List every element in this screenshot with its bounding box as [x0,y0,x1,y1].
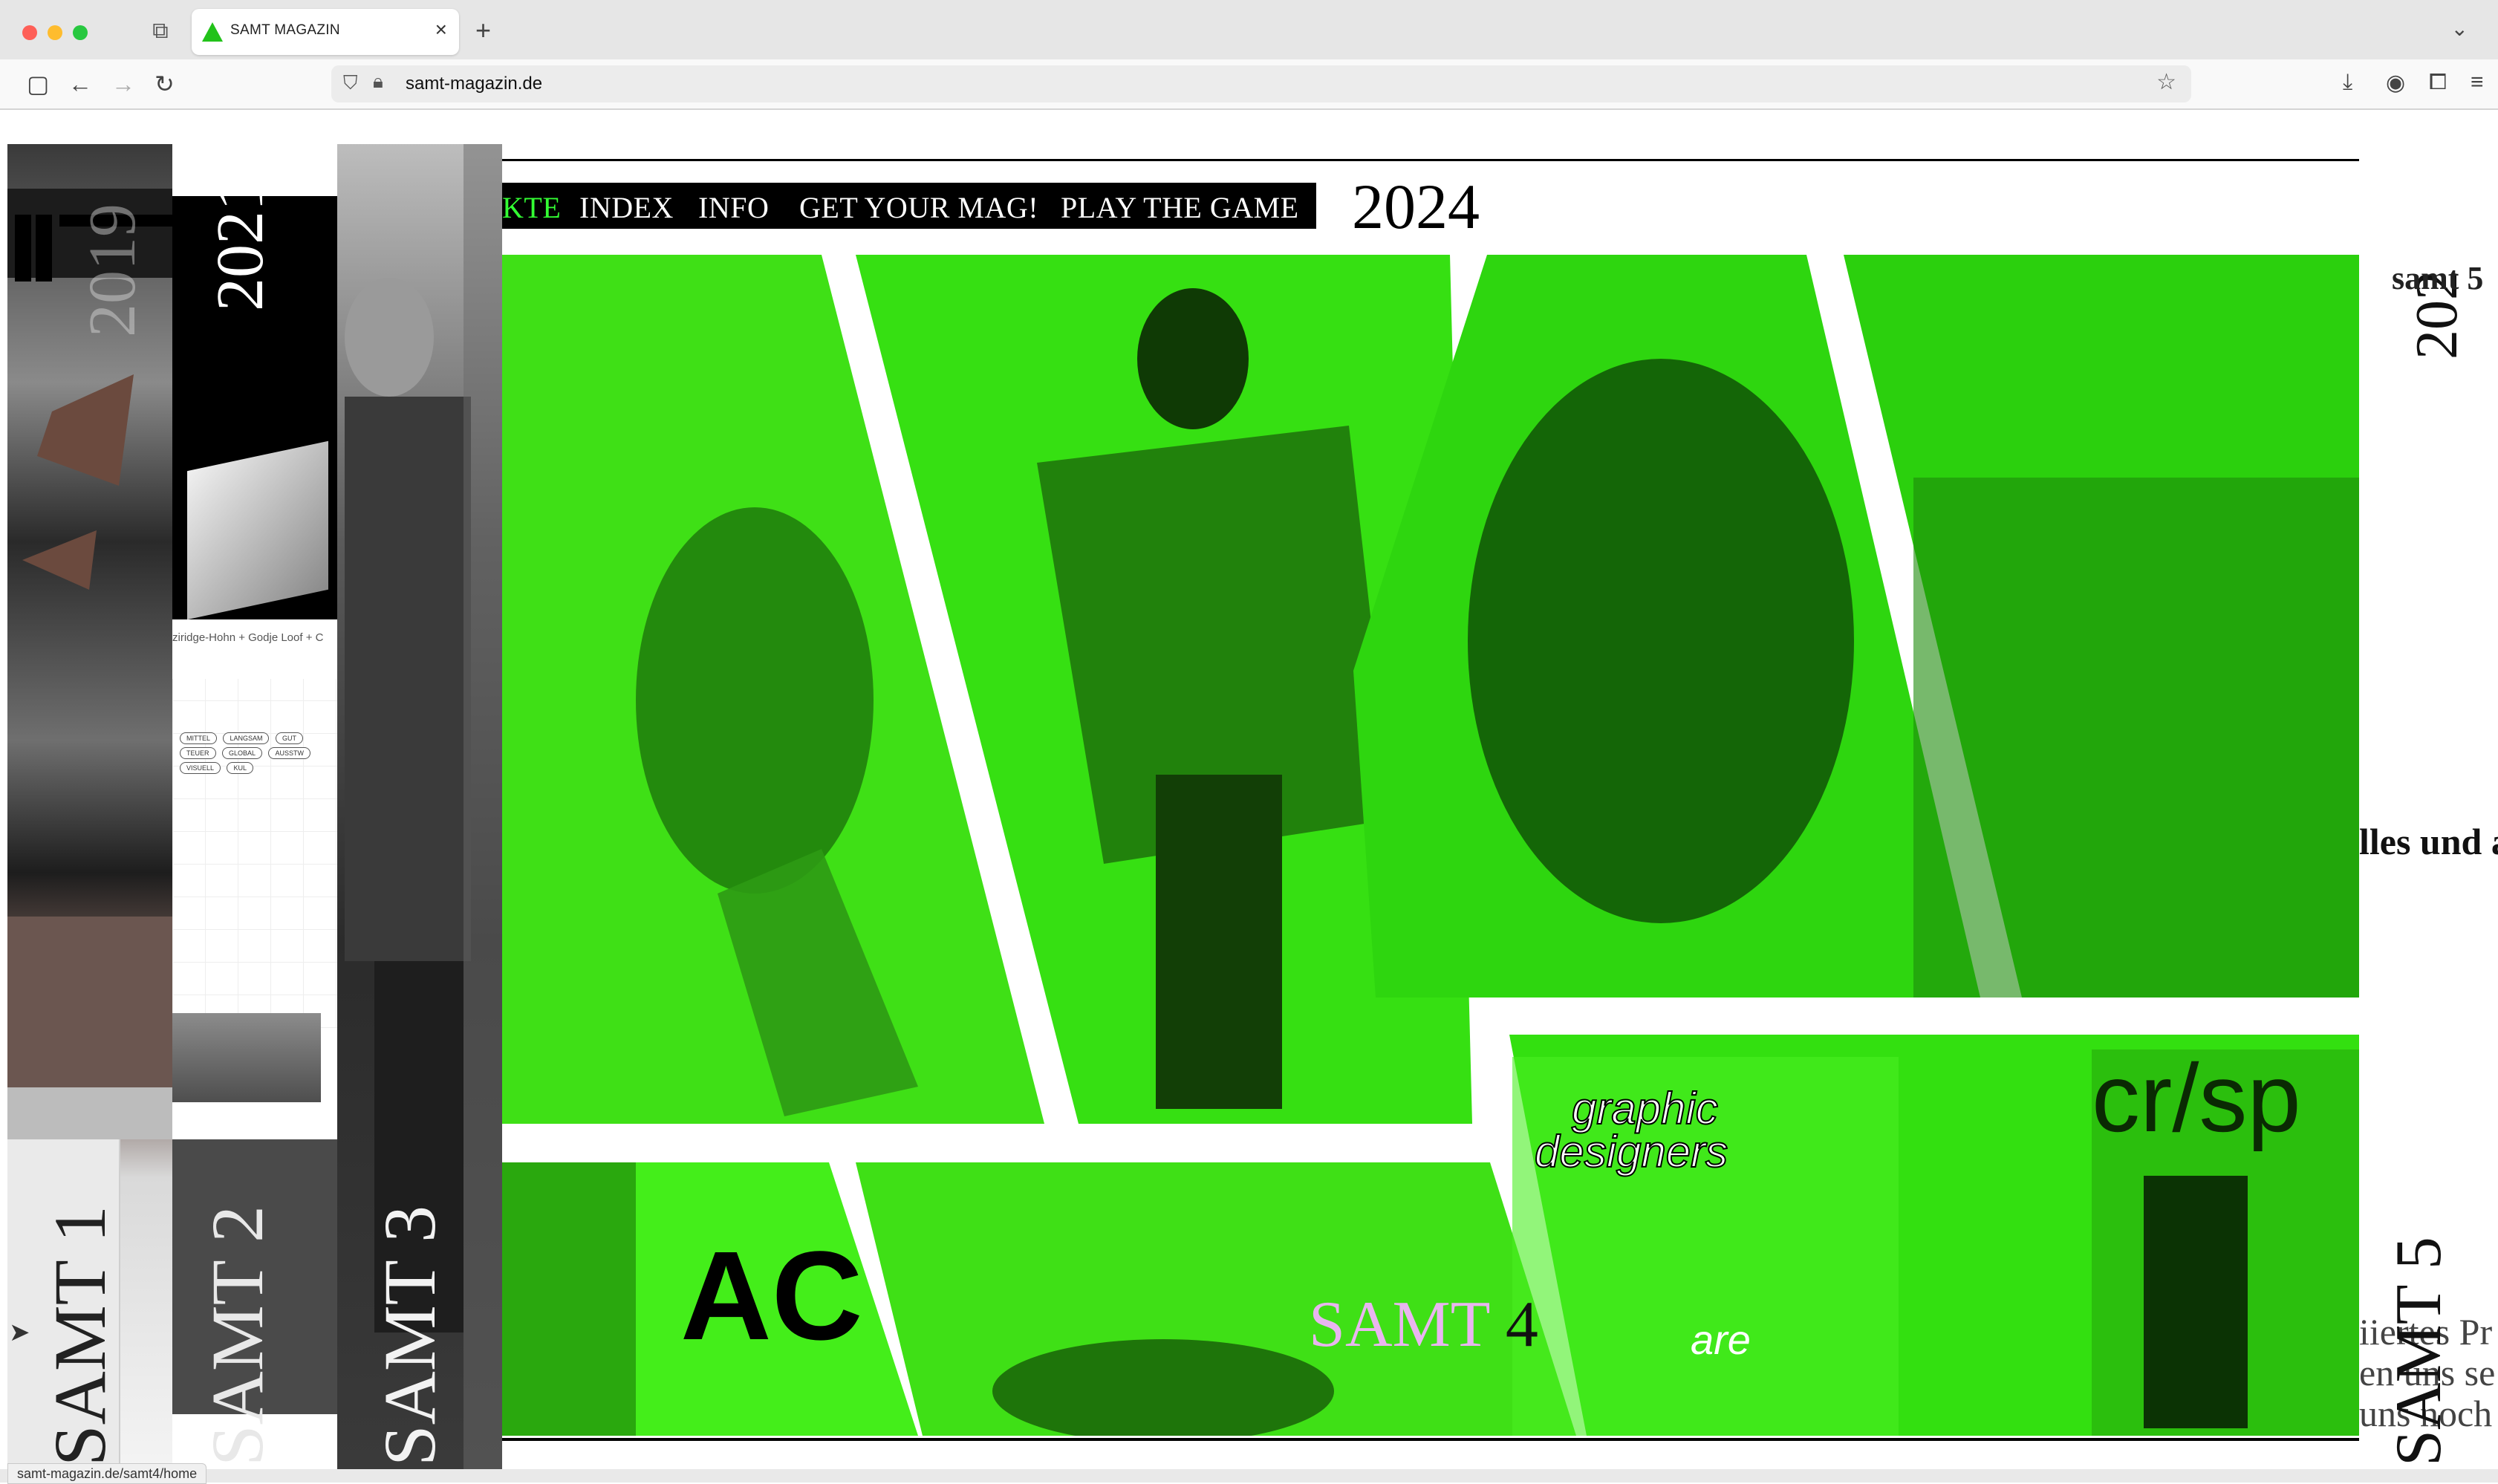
issue-samt1-column[interactable]: 2019 ➤ SAMT 1 [7,144,172,1469]
poster-text-designers: designers [1535,1127,1728,1177]
poster-text-crisp: cr/sp [2092,1044,2301,1152]
issue-samt3-column[interactable]: SAMT 3 [337,144,502,1469]
tab-list-chevron-icon[interactable]: ⌄ [2451,16,2468,41]
pill-label: MITTEL [180,732,218,744]
poster-ac-text: AC [680,1226,863,1367]
pill-label: TEUER [180,747,216,759]
account-icon[interactable]: ◉ [2386,70,2405,96]
status-url-bar: samt-magazin.de/samt4/home [7,1463,207,1484]
nav-item-play-the-game[interactable]: PLAY THE GAME [1061,190,1299,225]
samt5-small-label: samt 5 [2392,260,2484,296]
tab-title: SAMT MAGAZIN [230,22,340,38]
samt3-title[interactable]: SAMT 3 [367,1205,452,1466]
year-2021-label: 2021 [204,178,277,311]
extensions-icon[interactable]: ⧠ [2429,70,2447,95]
nav-item-index[interactable]: INDEX [579,190,674,225]
samt5-text-line: lles und a [2359,821,2498,862]
pill-label: AUSSTW [268,747,310,759]
downloads-icon[interactable]: ⤓ [2343,70,2352,95]
new-tab-icon[interactable]: + [475,15,491,46]
poster-text-are: are [1691,1316,1751,1363]
samt2-horse-photo [172,1013,321,1102]
issue-samt5-column[interactable]: 202 samt 5 lles und a iiertes Pr en uns … [2359,144,2498,1469]
pill-label: GLOBAL [221,747,262,759]
tab-overview-icon[interactable]: ⧉ [149,19,172,43]
forward-arrow-icon[interactable]: → [111,67,135,101]
samt2-credit-line: ziridge-Hohn + Godje Loof + C [172,619,337,657]
menu-icon[interactable]: ≡ [2471,70,2484,95]
web-page: 2019 ➤ SAMT 1 2021 ziridge-Hohn + Godje … [7,110,2498,1469]
samt4-title[interactable]: SAMT 4 [1309,1287,1538,1362]
favicon-triangle-icon [202,22,223,42]
browser-chrome: ⧉ SAMT MAGAZIN × + ⌄ ▢ ← → ↻ ⛉ 🔒︎ samt-m… [0,0,2498,110]
samt4-word: SAMT [1309,1289,1489,1361]
navigation-toolbar: ▢ ← → ↻ ⛉ 🔒︎ samt-magazin.de ☆ ⤓ ◉ ⧠ ≡ [0,59,2498,108]
samt4-number: 4 [1505,1289,1538,1361]
issue-samt2-column[interactable]: 2021 ziridge-Hohn + Godje Loof + C MITTE… [172,144,337,1469]
back-arrow-icon[interactable]: ← [68,67,92,101]
tab-samt-magazin[interactable]: SAMT MAGAZIN × [192,9,459,55]
pill-label: KUL [227,762,253,774]
tab-close-icon[interactable]: × [435,18,447,42]
minimize-window-button[interactable] [48,25,62,40]
maximize-window-button[interactable] [73,25,88,40]
pill-label: LANGSAM [223,732,270,744]
arrow-right-icon[interactable]: ➤ [9,1318,30,1347]
bookmark-star-icon[interactable]: ☆ [2156,69,2176,95]
url-text[interactable]: samt-magazin.de [406,74,542,94]
mosaic-bottom-rule [502,1438,2359,1441]
close-window-button[interactable] [22,25,37,40]
header-rule [502,159,2359,161]
nav-item-get-your-mag[interactable]: GET YOUR MAG! [799,190,1038,225]
samt4-image-mosaic[interactable]: AC graphic designers are cr/sp [502,255,2359,1436]
reload-icon[interactable]: ↻ [155,67,175,101]
main-navigation: KTE INDEX INFO GET YOUR MAG! PLAY THE GA… [502,183,1316,229]
nav-item-info[interactable]: INFO [698,190,769,225]
samt2-pill-list: MITTEL LANGSAM GUT TEUER GLOBAL AUSSTW V… [178,731,337,775]
pill-label: VISUELL [180,762,221,774]
current-year-label: 2024 [1352,171,1480,242]
tab-bar: ⧉ SAMT MAGAZIN × + ⌄ [0,0,2498,59]
nav-item-projekte[interactable]: KTE [502,190,561,225]
poster-text-graphic: graphic [1572,1084,1718,1133]
address-bar[interactable]: ⛉ 🔒︎ samt-magazin.de ☆ [331,65,2191,102]
sidebar-toggle-icon[interactable]: ▢ [27,67,49,101]
year-2019-label: 2019 [76,204,149,337]
samt2-book-image [187,440,328,620]
samt5-title[interactable]: SAMT 5 [2381,1237,2456,1466]
lock-icon[interactable]: 🔒︎ [373,70,383,94]
window-bottom-edge [0,1469,2498,1483]
shield-icon[interactable]: ⛉ [343,71,358,95]
samt2-title[interactable]: SAMT 2 [195,1205,280,1466]
samt1-title[interactable]: SAMT 1 [37,1205,123,1466]
pill-label: GUT [275,732,303,744]
